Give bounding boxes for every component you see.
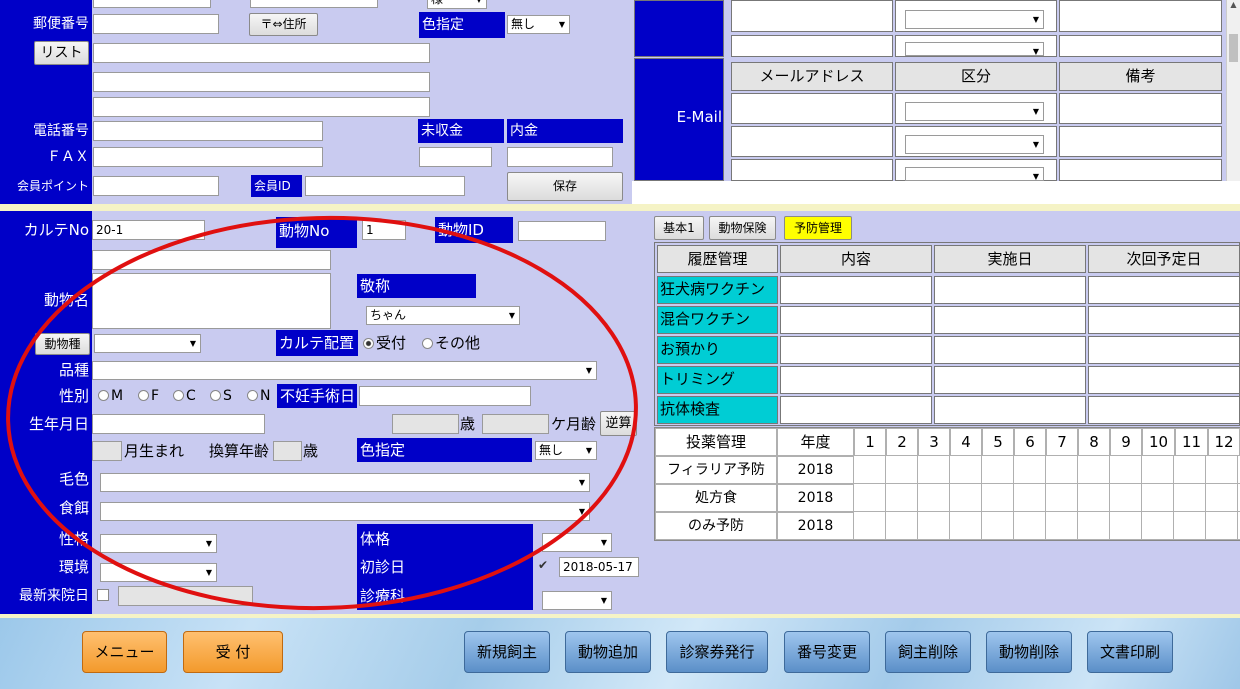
red-circle-annotation: [6, 215, 638, 611]
annotation-ellipse: [6, 215, 638, 611]
